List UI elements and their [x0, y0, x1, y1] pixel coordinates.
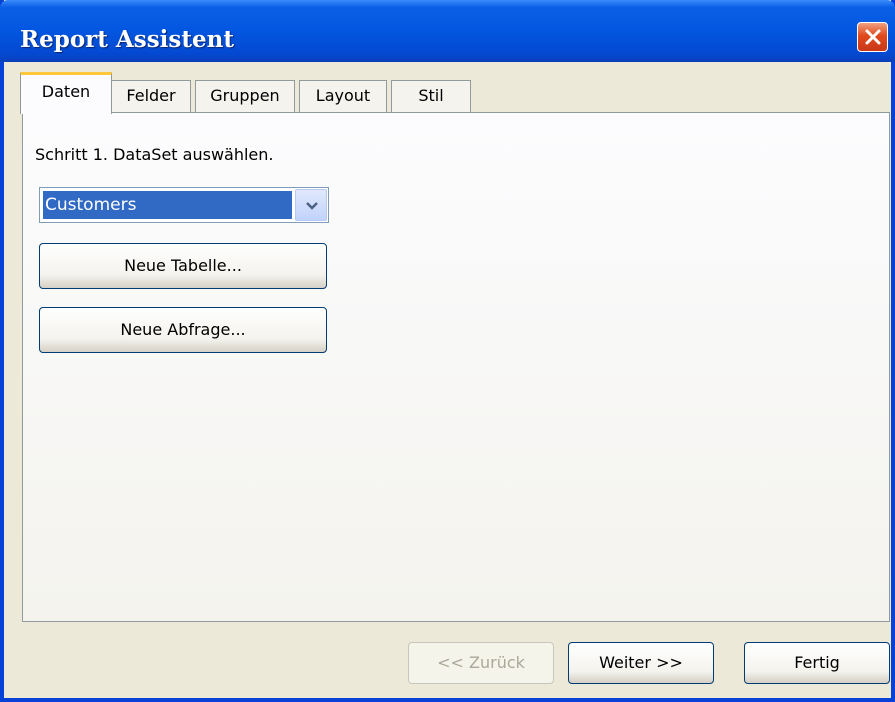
title-bar[interactable]: Report Assistent [0, 0, 895, 62]
tab-felder[interactable]: Felder [111, 80, 191, 112]
close-icon [865, 29, 881, 45]
finish-button[interactable]: Fertig [744, 642, 890, 684]
chevron-down-icon [306, 202, 318, 210]
next-button[interactable]: Weiter >> [568, 642, 714, 684]
window-title: Report Assistent [20, 26, 234, 53]
tab-panel-daten: Schritt 1. DataSet auswählen. Customers … [22, 112, 890, 622]
step-label: Schritt 1. DataSet auswählen. [35, 145, 274, 164]
dataset-dropdown-button[interactable] [295, 189, 327, 221]
back-button[interactable]: << Zurück [408, 642, 554, 684]
close-button[interactable] [857, 22, 888, 52]
tab-layout[interactable]: Layout [299, 80, 387, 112]
tab-gruppen[interactable]: Gruppen [195, 80, 295, 112]
tab-daten[interactable]: Daten [20, 72, 112, 114]
dataset-select-value: Customers [43, 191, 292, 219]
tab-stil[interactable]: Stil [391, 80, 471, 112]
dataset-select[interactable]: Customers [39, 187, 329, 223]
new-table-button[interactable]: Neue Tabelle... [39, 243, 327, 289]
new-query-button[interactable]: Neue Abfrage... [39, 307, 327, 353]
